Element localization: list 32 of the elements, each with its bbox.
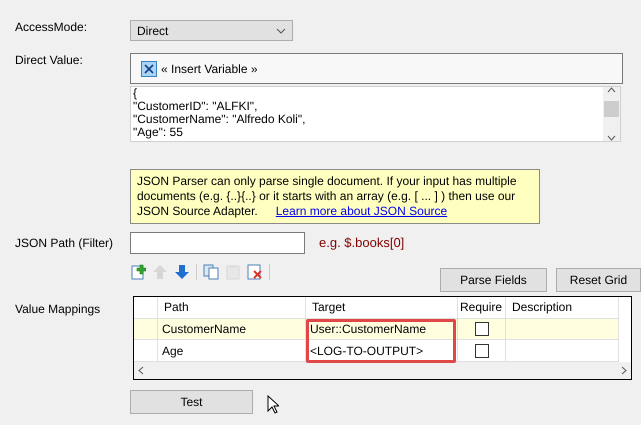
checkbox[interactable]	[474, 322, 488, 336]
info-text: JSON Parser can only parse single document. If your input has multiple documents (e.g. {..}{..} or it starts with an array (e.g. [ ... ] ) then use our JSON Source Adapter. Learn more about JSON Source	[137, 174, 517, 218]
scroll-left-icon	[138, 366, 144, 376]
mouse-cursor-icon	[267, 395, 279, 414]
scroll-up-icon[interactable]	[607, 87, 616, 93]
field-label: Value Mappings	[15, 302, 102, 316]
column-header[interactable]: Target	[306, 297, 458, 319]
checkbox[interactable]	[474, 344, 488, 358]
json-text-area[interactable]: { "CustomerID": "ALFKI", "CustomerName": "Alfredo Koli", "Age": 55	[130, 86, 621, 142]
field-label: AccessMode:	[15, 20, 88, 34]
delete-row-icon[interactable]	[247, 264, 263, 280]
scroll-down-icon[interactable]	[607, 135, 616, 141]
scrollbar-thumb[interactable]	[604, 101, 619, 117]
field-label: JSON Path (Filter)	[15, 236, 114, 250]
example-hint: e.g. $.books[0]	[319, 234, 404, 252]
parse-fields-button[interactable]: Parse Fields	[440, 268, 547, 292]
scroll-right-icon	[621, 366, 627, 376]
field-label: Direct Value:	[15, 53, 84, 67]
grid-row[interactable]: CustomerName User::CustomerName	[134, 318, 631, 340]
learn-more-link[interactable]: Learn more about JSON Source	[276, 204, 448, 218]
add-row-icon[interactable]	[130, 264, 146, 280]
test-button[interactable]: Test	[130, 390, 253, 414]
insert-variable-button[interactable]: « Insert Variable »	[130, 53, 623, 84]
json-path-input[interactable]	[130, 232, 305, 254]
horizontal-scrollbar[interactable]	[134, 362, 631, 379]
access-mode-dropdown[interactable]: Direct	[130, 20, 293, 41]
chevron-down-icon	[276, 28, 286, 34]
table-cell: CustomerName	[158, 318, 306, 340]
arrow-down-icon[interactable]	[174, 264, 190, 280]
reset-grid-button[interactable]: Reset Grid	[556, 268, 641, 292]
variable-icon	[141, 60, 157, 76]
copy-icon[interactable]	[203, 264, 219, 280]
